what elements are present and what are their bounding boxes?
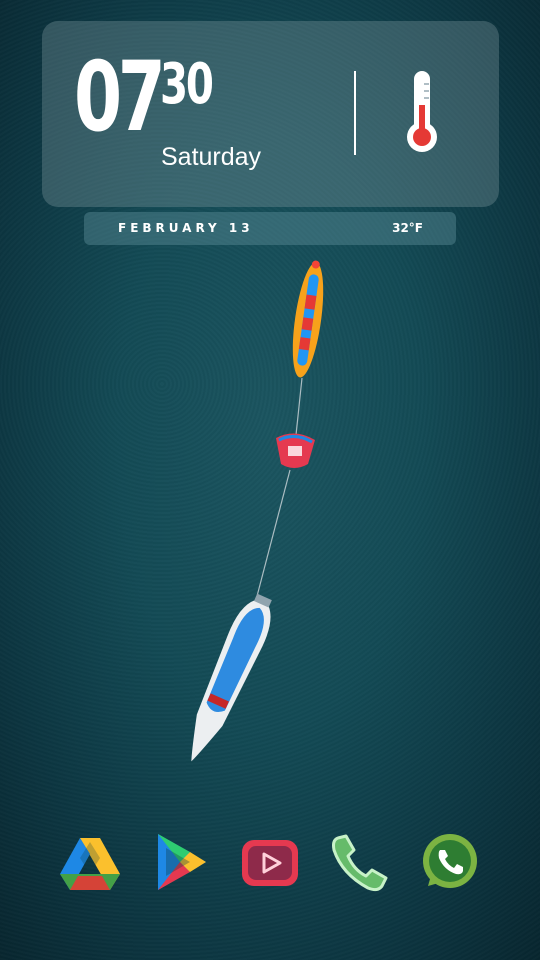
weekday-label: Saturday bbox=[161, 143, 262, 171]
phone-icon[interactable] bbox=[328, 830, 392, 894]
banana-boat bbox=[292, 260, 324, 378]
youtube-icon[interactable] bbox=[238, 830, 302, 894]
jet-boat bbox=[276, 433, 315, 468]
google-drive-icon[interactable] bbox=[58, 830, 122, 894]
clock-minute: 30 bbox=[160, 52, 214, 117]
date-weather-bar[interactable]: FEBRUARY 13 32°F bbox=[84, 212, 456, 245]
whatsapp-icon[interactable] bbox=[418, 830, 482, 894]
clock-widget[interactable]: 07 30 Saturday bbox=[42, 21, 499, 207]
widget-divider bbox=[354, 71, 356, 155]
thermometer-icon bbox=[407, 71, 437, 152]
play-store-icon[interactable] bbox=[150, 830, 214, 894]
date-label: FEBRUARY 13 bbox=[118, 221, 254, 235]
app-dock bbox=[0, 830, 540, 900]
clock-hour: 07 bbox=[74, 41, 166, 153]
longtail-boat bbox=[191, 593, 272, 762]
temperature-label: 32°F bbox=[392, 221, 423, 235]
